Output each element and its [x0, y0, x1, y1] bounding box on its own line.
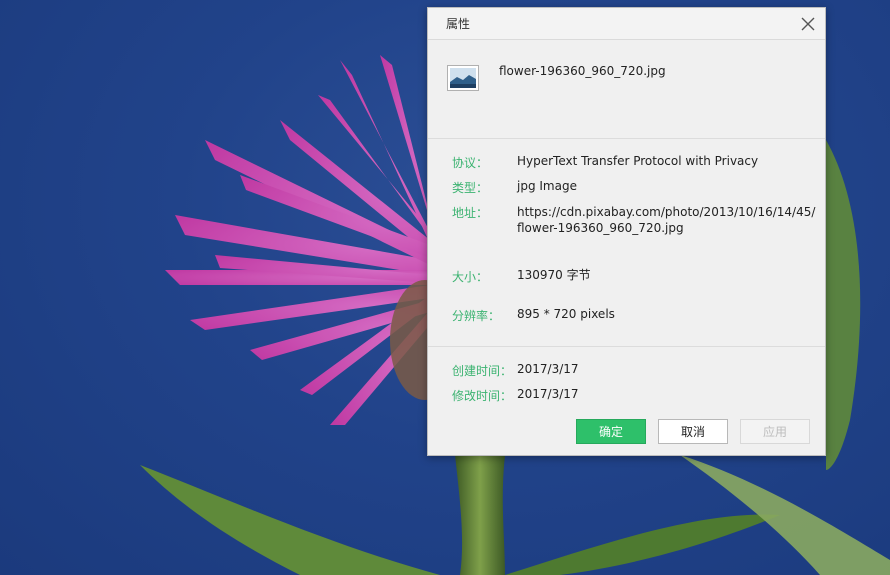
close-button[interactable] [797, 13, 819, 35]
created-time-label: 创建时间： [452, 364, 513, 378]
dialog-title: 属性 [446, 17, 471, 31]
close-icon [801, 17, 815, 31]
resolution-label: 分辨率： [452, 309, 501, 323]
size-value: 130970 字节 [517, 268, 591, 282]
properties-dialog: 属性 flower-196360_960_720.jpg 协议： HyperTe… [427, 7, 826, 456]
address-value-line1: https://cdn.pixabay.com/photo/2013/10/16… [517, 205, 816, 219]
type-label: 类型： [452, 181, 489, 195]
created-time-value: 2017/3/17 [517, 362, 579, 376]
modified-time-value: 2017/3/17 [517, 387, 579, 401]
divider [428, 346, 825, 347]
ok-button[interactable]: 确定 [576, 419, 646, 444]
size-label: 大小： [452, 270, 489, 284]
modified-time-label: 修改时间： [452, 389, 513, 403]
apply-button[interactable]: 应用 [740, 419, 810, 444]
file-name: flower-196360_960_720.jpg [499, 64, 666, 78]
protocol-value: HyperText Transfer Protocol with Privacy [517, 154, 759, 168]
address-label: 地址： [452, 206, 489, 220]
protocol-label: 协议： [452, 156, 489, 170]
resolution-value: 895 * 720 pixels [517, 307, 615, 321]
dialog-titlebar: 属性 [428, 8, 825, 40]
image-file-icon [447, 65, 479, 91]
desktop-background: 属性 flower-196360_960_720.jpg 协议： HyperTe… [0, 0, 890, 575]
type-value: jpg Image [517, 179, 577, 193]
divider [428, 138, 825, 139]
address-value-line2: flower-196360_960_720.jpg [517, 221, 684, 235]
cancel-button[interactable]: 取消 [658, 419, 728, 444]
